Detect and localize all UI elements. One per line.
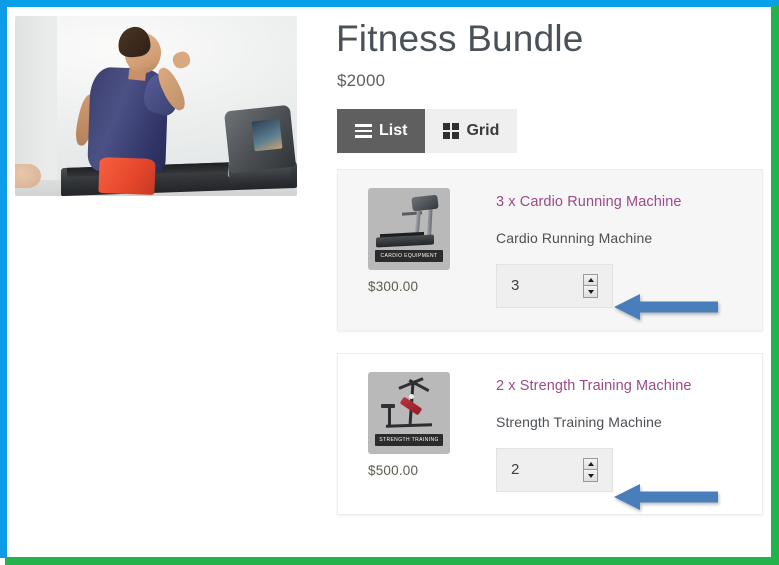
page-title: Fitness Bundle	[336, 18, 584, 59]
thumbnail-badge: STRENGTH TRAINING	[375, 433, 443, 446]
quantity-decrement-button[interactable]	[584, 286, 597, 297]
product-thumbnail-cardio[interactable]: CARDIO EQUIPMENT	[368, 187, 450, 270]
quantity-spinner[interactable]	[583, 457, 598, 482]
bundle-item-list: CARDIO EQUIPMENT $300.00 3 x Cardio Runn…	[337, 168, 763, 515]
annotation-border-left	[0, 0, 7, 558]
tab-grid-view[interactable]: Grid	[425, 108, 518, 153]
treadmill-console-screen	[251, 118, 283, 152]
tab-grid-view-label: Grid	[466, 121, 500, 139]
quantity-spinner[interactable]	[583, 273, 598, 298]
thumb-strength-weight	[381, 403, 395, 408]
thumb-strength-base	[385, 423, 433, 428]
bundle-item-media: CARDIO EQUIPMENT $300.00	[368, 187, 454, 294]
bundle-item-media: STRENGTH TRAINING $500.00	[368, 371, 454, 478]
tab-list-view[interactable]: List	[337, 108, 426, 153]
annotation-border-top	[0, 0, 779, 7]
quantity-decrement-button[interactable]	[584, 470, 597, 481]
thumb-strength-leg	[388, 405, 391, 425]
bundle-item-link[interactable]: 3 x Cardio Running Machine	[496, 194, 742, 210]
bundle-item-name: Cardio Running Machine	[496, 229, 653, 246]
thumb-treadmill-deck	[376, 234, 434, 248]
thumb-strength-pulley	[409, 393, 414, 399]
chevron-down-icon	[587, 289, 594, 294]
bundle-item-link[interactable]: 2 x Strength Training Machine	[496, 378, 742, 394]
quantity-stepper[interactable]	[496, 263, 613, 308]
annotation-border-bottom	[5, 557, 779, 565]
product-hero-image	[15, 16, 297, 196]
grid-icon	[443, 122, 460, 139]
quantity-increment-button[interactable]	[584, 458, 597, 471]
quantity-increment-button[interactable]	[584, 274, 597, 287]
bundle-item-price: $500.00	[368, 462, 419, 478]
list-icon	[355, 124, 372, 138]
quantity-stepper[interactable]	[496, 447, 613, 492]
bundle-item-price: $300.00	[368, 278, 419, 294]
runner-shorts	[98, 157, 156, 195]
tab-list-view-label: List	[379, 121, 408, 139]
bundle-item-body: 3 x Cardio Running Machine Cardio Runnin…	[454, 188, 742, 308]
chevron-up-icon	[587, 462, 594, 467]
product-detail-column: Fitness Bundle $2000 List Grid CARDIO EQ…	[334, 19, 766, 515]
bundle-item-body: 2 x Strength Training Machine Strength T…	[454, 372, 742, 492]
annotation-arrow-icon	[614, 484, 718, 510]
thumbnail-badge: CARDIO EQUIPMENT	[375, 249, 443, 262]
page-canvas: Fitness Bundle $2000 List Grid CARDIO EQ…	[7, 7, 772, 557]
bundle-item-name: Strength Training Machine	[496, 413, 662, 430]
hero-image-column	[15, 16, 297, 196]
chevron-down-icon	[587, 473, 594, 478]
chevron-up-icon	[587, 278, 594, 283]
view-mode-tabs: List Grid	[337, 108, 766, 153]
bundle-price: $2000	[337, 70, 386, 90]
quantity-input[interactable]	[497, 448, 582, 491]
product-thumbnail-strength[interactable]: STRENGTH TRAINING	[368, 371, 450, 454]
annotation-border-right	[771, 5, 779, 565]
annotation-arrow-icon	[614, 294, 718, 320]
quantity-input[interactable]	[497, 264, 582, 307]
thumb-treadmill-console	[411, 194, 439, 212]
hero-foreground-hand	[15, 164, 41, 188]
